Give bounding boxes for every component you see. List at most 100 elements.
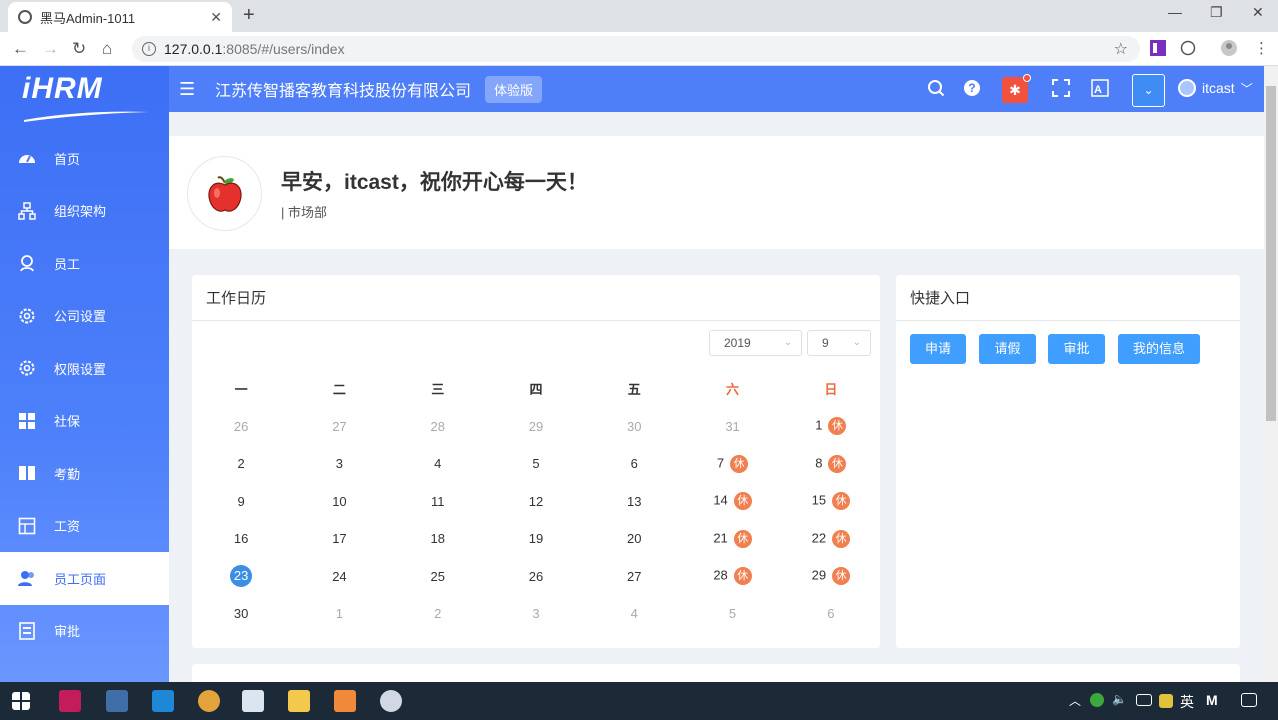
ime-language[interactable]: 英 [1180, 692, 1194, 712]
calendar-day[interactable]: 14 休 [683, 492, 781, 511]
calendar-day[interactable]: 29 休 [782, 567, 880, 586]
calendar-day[interactable]: 13 [585, 494, 683, 509]
sidebar-item-6[interactable]: 考勤 [0, 447, 169, 500]
search-icon[interactable] [927, 79, 945, 97]
new-tab-icon[interactable]: + [243, 4, 255, 27]
sidebar-item-9[interactable]: 审批 [0, 605, 169, 658]
menu-toggle-icon[interactable]: ☰ [179, 79, 197, 100]
calendar-day[interactable]: 17 [290, 531, 388, 546]
chrome-icon[interactable] [198, 690, 220, 712]
reload-icon[interactable]: ↻ [72, 39, 86, 59]
calendar-day[interactable]: 4 [389, 456, 487, 471]
extension-circle-icon[interactable] [1180, 40, 1196, 56]
scrollbar-thumb[interactable] [1266, 86, 1276, 421]
calendar-day[interactable]: 25 [389, 569, 487, 584]
calendar-day[interactable]: 24 [290, 569, 388, 584]
calendar-day[interactable]: 29 [487, 419, 585, 434]
sidebar-item-3[interactable]: 公司设置 [0, 290, 169, 343]
calendar-day[interactable]: 19 [487, 531, 585, 546]
calendar-day[interactable]: 28 [389, 419, 487, 434]
calendar-day[interactable]: 10 [290, 494, 388, 509]
mysql-icon[interactable] [106, 690, 128, 712]
postman-icon[interactable] [334, 690, 356, 712]
profile-avatar-icon[interactable] [1221, 40, 1237, 56]
calendar-day[interactable]: 3 [290, 456, 388, 471]
sidebar-item-1[interactable]: 组织架构 [0, 185, 169, 238]
minimize-icon[interactable]: — [1168, 4, 1182, 20]
theme-dropdown-button[interactable]: ⌄ [1132, 74, 1165, 107]
url-field[interactable]: i 127.0.0.1:8085/#/users/index ☆ [132, 36, 1140, 62]
file-explorer-icon[interactable] [288, 690, 310, 712]
month-select[interactable]: 9 ⌄ [807, 330, 871, 356]
calendar-day[interactable]: 31 [683, 419, 781, 434]
calendar-day[interactable]: 1休 [782, 417, 880, 436]
calendar-day[interactable]: 28 休 [683, 567, 781, 586]
extension-icon[interactable] [1150, 40, 1166, 56]
browser-menu-icon[interactable]: ⋮ [1254, 39, 1269, 57]
tray-chevron-up-icon[interactable]: ︿ [1069, 692, 1081, 709]
forward-icon[interactable]: → [42, 39, 59, 59]
calendar-day[interactable]: 15 休 [782, 492, 880, 511]
sidebar-item-8[interactable]: 员工页面 [0, 552, 169, 605]
user-menu[interactable]: itcast ﹀ [1178, 79, 1253, 97]
calendar-day[interactable]: 30 [585, 419, 683, 434]
window-app-icon[interactable] [242, 690, 264, 712]
tray-app-icon[interactable] [1090, 693, 1104, 707]
calendar-day[interactable]: 12 [487, 494, 585, 509]
calendar-day[interactable]: 18 [389, 531, 487, 546]
fullscreen-icon[interactable] [1052, 79, 1070, 97]
calendar-day[interactable]: 1 [290, 606, 388, 621]
calendar-day[interactable]: 9 [192, 494, 290, 509]
calendar-day[interactable]: 26 [192, 419, 290, 434]
network-icon[interactable] [1136, 694, 1152, 706]
volume-icon[interactable]: 🔈 [1112, 692, 1127, 706]
paint-icon[interactable] [380, 690, 402, 712]
calendar-day[interactable]: 11 [389, 494, 487, 509]
calendar-day[interactable]: 5 [683, 606, 781, 621]
calendar-day[interactable]: 22 休 [782, 529, 880, 548]
calendar-day[interactable]: 26 [487, 569, 585, 584]
leave-button[interactable]: 请假 [979, 334, 1036, 364]
my-info-button[interactable]: 我的信息 [1118, 334, 1200, 364]
calendar-day[interactable]: 6 [585, 456, 683, 471]
window-close-icon[interactable]: ✕ [1252, 4, 1264, 21]
calendar-day[interactable]: 8休 [782, 454, 880, 473]
calendar-day[interactable]: 6 [782, 606, 880, 621]
calendar-day[interactable]: 20 [585, 531, 683, 546]
sidebar-item-0[interactable]: 首页 [0, 132, 169, 185]
calendar-day[interactable]: 3 [487, 606, 585, 621]
year-select[interactable]: 2019 ⌄ [709, 330, 802, 356]
apply-button[interactable]: 申请 [910, 334, 966, 364]
calendar-day[interactable]: 30 [192, 606, 290, 621]
back-icon[interactable]: ← [12, 39, 29, 59]
notification-center-icon[interactable] [1241, 693, 1257, 707]
sidebar-item-5[interactable]: 社保 [0, 395, 169, 448]
font-size-icon[interactable]: A [1091, 79, 1109, 97]
calendar-day[interactable]: 7休 [683, 454, 781, 473]
sidebar-item-4[interactable]: 权限设置 [0, 342, 169, 395]
windows-start-icon[interactable] [12, 692, 30, 710]
calendar-day[interactable]: 27 [585, 569, 683, 584]
approve-button[interactable]: 审批 [1048, 334, 1105, 364]
bookmark-star-icon[interactable]: ☆ [1114, 39, 1128, 59]
sidebar-item-2[interactable]: 员工 [0, 237, 169, 290]
vscode-icon[interactable] [152, 690, 174, 712]
sidebar-item-7[interactable]: 工资 [0, 500, 169, 553]
restore-icon[interactable]: ❐ [1210, 4, 1223, 21]
home-icon[interactable]: ⌂ [102, 39, 112, 59]
calendar-day[interactable]: 2 [389, 606, 487, 621]
help-icon[interactable]: ? [963, 79, 981, 97]
tray-shield-icon[interactable] [1159, 694, 1173, 708]
calendar-day[interactable]: 5 [487, 456, 585, 471]
browser-tab[interactable]: 黑马Admin-1011 ✕ [8, 2, 232, 32]
calendar-day[interactable]: 23 [192, 565, 290, 588]
bug-report-button[interactable]: ✱ [1002, 74, 1031, 103]
page-scrollbar[interactable] [1264, 66, 1278, 682]
calendar-day[interactable]: 21 休 [683, 529, 781, 548]
calendar-day[interactable]: 2 [192, 456, 290, 471]
calendar-day[interactable]: 27 [290, 419, 388, 434]
calendar-day[interactable]: 16 [192, 531, 290, 546]
ime-mode[interactable]: M [1206, 692, 1218, 708]
close-tab-icon[interactable]: ✕ [210, 9, 222, 26]
calendar-day[interactable]: 4 [585, 606, 683, 621]
